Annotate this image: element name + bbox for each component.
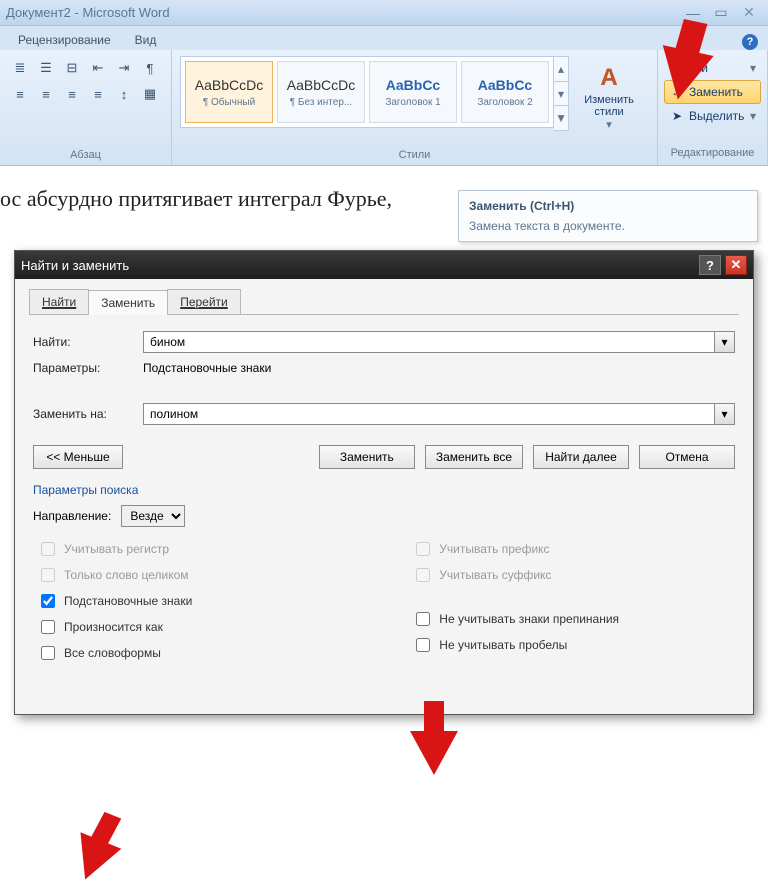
styles-group-label: Стили (180, 147, 649, 161)
title-bar: Документ2 - Microsoft Word — ▭ ✕ (0, 0, 768, 26)
tab-goto[interactable]: Перейти (167, 289, 241, 314)
ribbon-tab-view[interactable]: Вид (127, 30, 165, 50)
direction-label: Направление: (33, 509, 111, 523)
replace-tooltip: Заменить (Ctrl+H) Замена текста в докуме… (458, 190, 758, 242)
less-button[interactable]: << Меньше (33, 445, 123, 469)
chk-ignore-punct[interactable]: Не учитывать знаки препинания (412, 609, 619, 629)
window-title: Документ2 - Microsoft Word (6, 5, 170, 20)
replace-input[interactable] (144, 404, 714, 424)
gallery-up-icon[interactable]: ▴ (554, 57, 568, 82)
align-right-icon[interactable]: ≡ (60, 82, 84, 106)
replace-all-button[interactable]: Заменить все (425, 445, 523, 469)
chk-prefix: Учитывать префикс (412, 539, 619, 559)
ribbon-group-paragraph: ≣ ☰ ⊟ ⇤ ⇥ ¶ ≡ ≡ ≡ ≡ ↕ ▦ Абзац (0, 50, 172, 165)
gallery-more-icon[interactable]: ▼ (554, 106, 568, 130)
params-label: Параметры: (33, 361, 143, 375)
style-normal[interactable]: AaBbCcDc ¶ Обычный (185, 61, 273, 123)
dialog-tabs: Найти Заменить Перейти (29, 289, 739, 315)
indent-increase-icon[interactable]: ⇥ (112, 56, 136, 80)
chk-wildcards[interactable]: Подстановочные знаки (37, 591, 192, 611)
cancel-button[interactable]: Отмена (639, 445, 735, 469)
editing-group-label: Редактирование (664, 145, 761, 159)
params-value: Подстановочные знаки (143, 361, 271, 375)
tab-panel-replace: Найти: ▾ Параметры: Подстановочные знаки… (29, 315, 739, 681)
justify-icon[interactable]: ≡ (86, 82, 110, 106)
align-center-icon[interactable]: ≡ (34, 82, 58, 106)
dialog-close-button[interactable]: ✕ (725, 255, 747, 275)
replace-dropdown-icon[interactable]: ▾ (714, 404, 734, 424)
document-text: ос абсурдно притягивает интеграл Фурье, (0, 186, 392, 211)
style-heading2[interactable]: AaBbCc Заголовок 2 (461, 61, 549, 123)
tooltip-title: Заменить (Ctrl+H) (469, 199, 747, 213)
multilevel-icon[interactable]: ⊟ (60, 56, 84, 80)
maximize-button[interactable]: ▭ (708, 5, 734, 21)
chk-match-case: Учитывать регистр (37, 539, 192, 559)
chk-ignore-spaces[interactable]: Не учитывать пробелы (412, 635, 619, 655)
find-replace-dialog: Найти и заменить ? ✕ Найти Заменить Пере… (14, 250, 754, 715)
replace-one-button[interactable]: Заменить (319, 445, 415, 469)
ribbon: ≣ ☰ ⊟ ⇤ ⇥ ¶ ≡ ≡ ≡ ≡ ↕ ▦ Абзац AaBbCcDc ¶… (0, 50, 768, 166)
dialog-button-row: << Меньше Заменить Заменить все Найти да… (33, 445, 735, 469)
dialog-help-button[interactable]: ? (699, 255, 721, 275)
change-styles-button[interactable]: A Изменить стили ▾ (569, 56, 649, 131)
replace-combo[interactable]: ▾ (143, 403, 735, 425)
chk-whole-word: Только слово целиком (37, 565, 192, 585)
dialog-titlebar[interactable]: Найти и заменить ? ✕ (15, 251, 753, 279)
find-dropdown-icon[interactable]: ▾ (714, 332, 734, 352)
find-label: Найти: (33, 335, 143, 349)
search-options-title: Параметры поиска (33, 483, 735, 497)
ribbon-group-styles: AaBbCcDc ¶ Обычный AaBbCcDc ¶ Без интер.… (172, 50, 658, 165)
paragraph-buttons: ≣ ☰ ⊟ ⇤ ⇥ ¶ ≡ ≡ ≡ ≡ ↕ ▦ (8, 56, 163, 106)
replace-label: Заменить на: (33, 407, 143, 421)
annotation-arrow-3 (65, 832, 122, 887)
numbering-icon[interactable]: ☰ (34, 56, 58, 80)
tooltip-body: Замена текста в документе. (469, 219, 747, 233)
select-button[interactable]: ➤ Выделить ▾ (664, 104, 761, 128)
shading-icon[interactable]: ▦ (138, 82, 162, 106)
align-left-icon[interactable]: ≡ (8, 82, 32, 106)
chk-sounds-like[interactable]: Произносится как (37, 617, 192, 637)
find-next-button[interactable]: Найти далее (533, 445, 629, 469)
paragraph-group-label: Абзац (8, 147, 163, 161)
indent-decrease-icon[interactable]: ⇤ (86, 56, 110, 80)
close-window-button[interactable]: ✕ (736, 5, 762, 21)
ribbon-tab-strip: Рецензирование Вид ? (0, 26, 768, 50)
bullets-icon[interactable]: ≣ (8, 56, 32, 80)
change-styles-icon: A (600, 64, 617, 92)
annotation-arrow-1 (652, 45, 713, 105)
cursor-icon: ➤ (669, 108, 685, 124)
style-heading1[interactable]: AaBbCc Заголовок 1 (369, 61, 457, 123)
help-icon[interactable]: ? (742, 34, 758, 50)
direction-select[interactable]: Везде (121, 505, 185, 527)
gallery-down-icon[interactable]: ▾ (554, 82, 568, 107)
show-marks-icon[interactable]: ¶ (138, 56, 162, 80)
annotation-arrow-2 (410, 731, 458, 775)
chk-suffix: Учитывать суффикс (412, 565, 619, 585)
find-combo[interactable]: ▾ (143, 331, 735, 353)
tab-find[interactable]: Найти (29, 289, 89, 314)
style-no-spacing[interactable]: AaBbCcDc ¶ Без интер... (277, 61, 365, 123)
ribbon-tab-review[interactable]: Рецензирование (10, 30, 119, 50)
styles-gallery[interactable]: AaBbCcDc ¶ Обычный AaBbCcDc ¶ Без интер.… (180, 56, 554, 128)
tab-replace[interactable]: Заменить (88, 290, 168, 315)
line-spacing-icon[interactable]: ↕ (112, 82, 136, 106)
find-input[interactable] (144, 332, 714, 352)
chk-word-forms[interactable]: Все словоформы (37, 643, 192, 663)
gallery-scroll[interactable]: ▴ ▾ ▼ (554, 56, 569, 131)
dialog-title: Найти и заменить (21, 258, 129, 273)
